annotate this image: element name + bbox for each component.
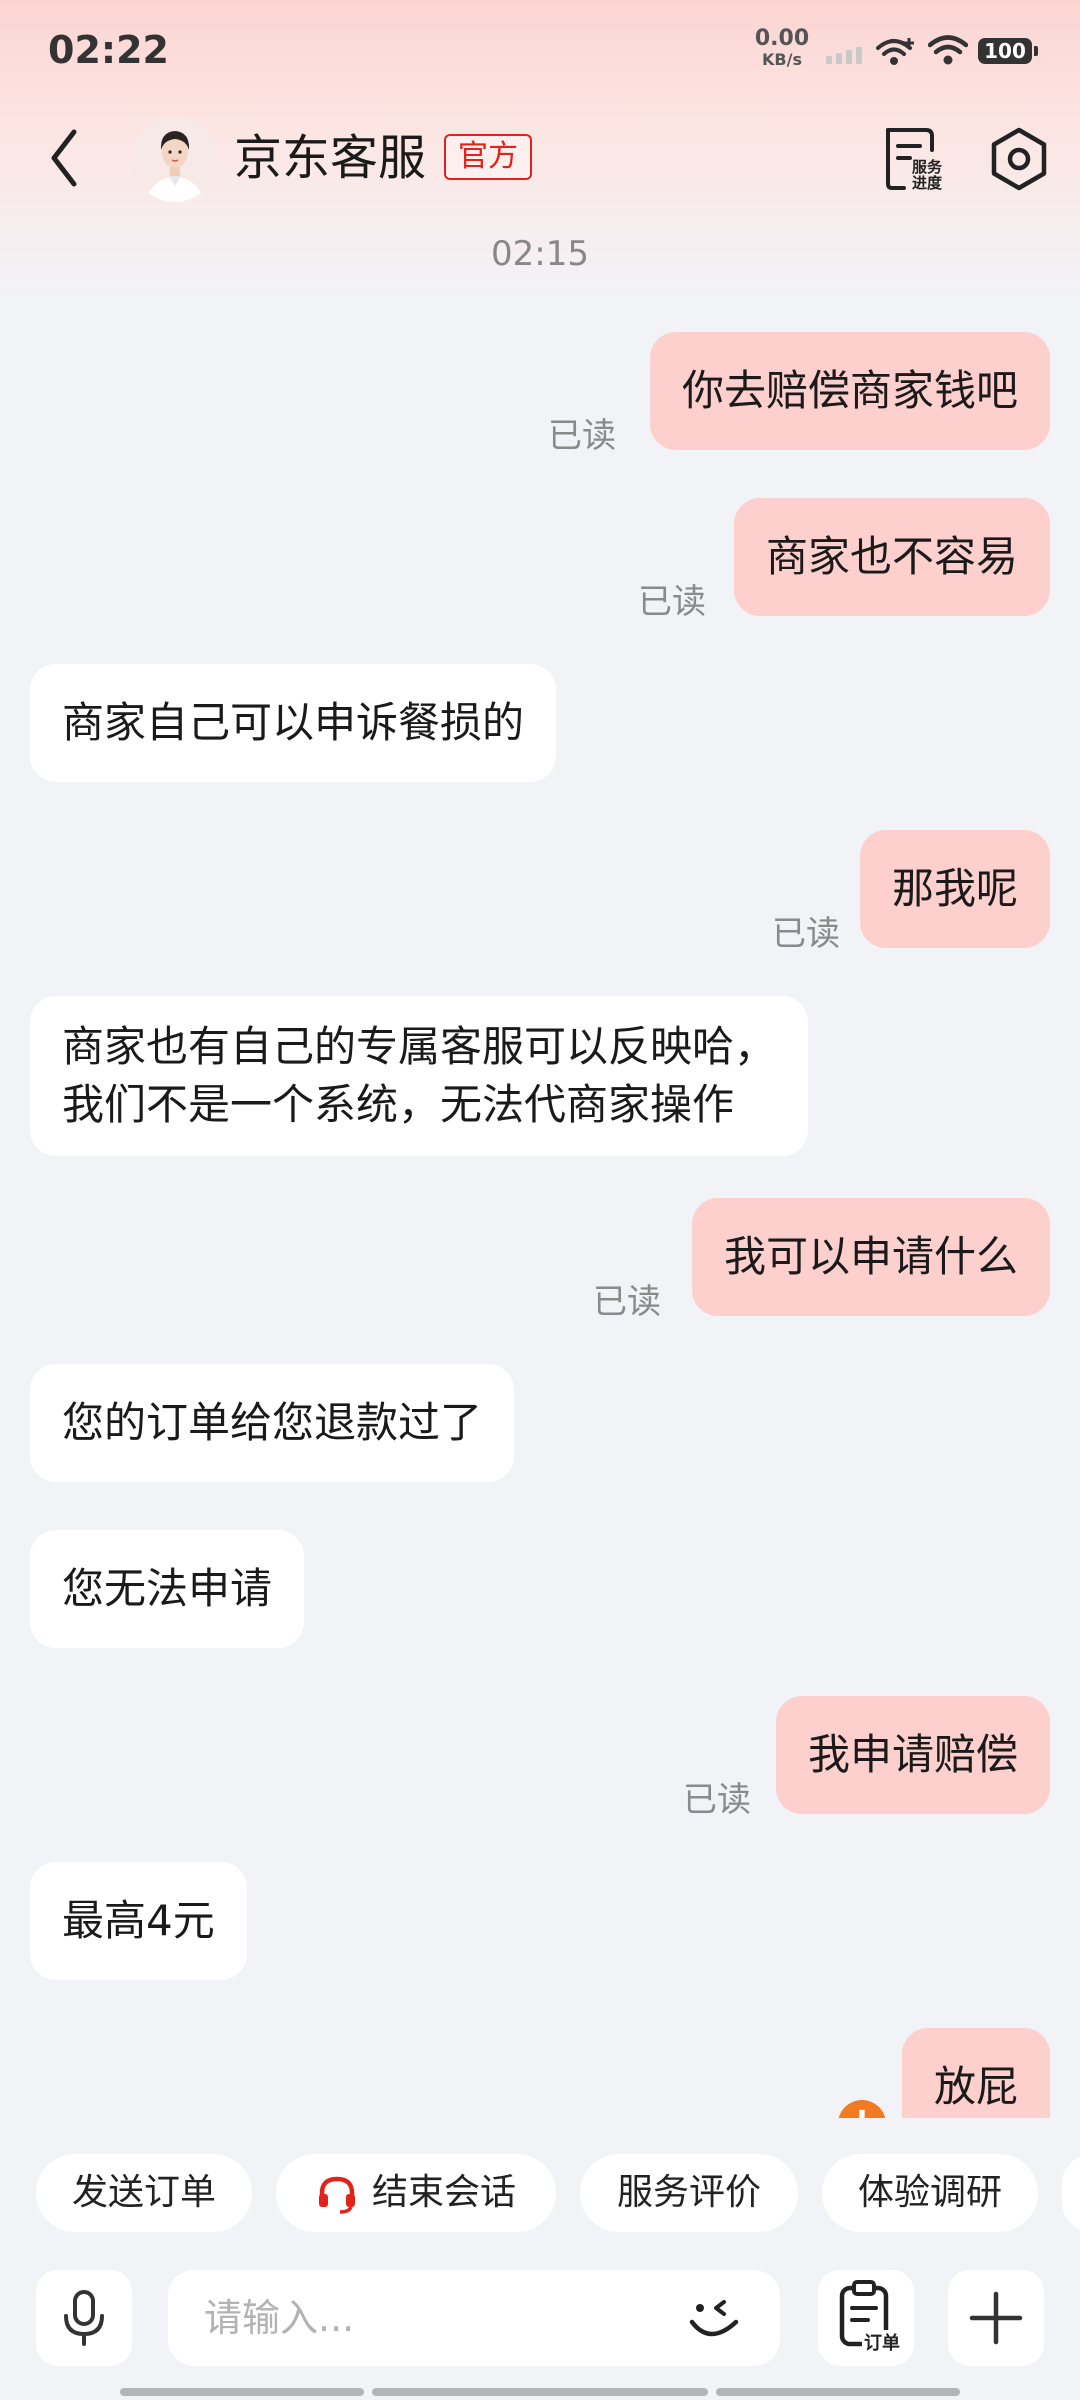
message-bubble-sent[interactable]: 商家也不容易 bbox=[733, 498, 1050, 616]
message-bubble-received[interactable]: 您的订单给您退款过了 bbox=[30, 1364, 515, 1482]
message-bubble-sent[interactable]: 你去赔偿商家钱吧 bbox=[649, 332, 1050, 450]
read-receipt: 已读 bbox=[593, 1282, 661, 1322]
headset-icon bbox=[318, 2176, 355, 2214]
message-bubble-received[interactable]: 商家自己可以申诉餐损的 bbox=[30, 664, 557, 782]
chat-area[interactable]: 02:15 已读 你去赔偿商家钱吧 已读 商家也不容易 商家自己可以申诉餐损的 … bbox=[0, 0, 1080, 2118]
voice-input-button[interactable] bbox=[36, 2270, 132, 2366]
clipboard-icon: 订单 bbox=[839, 2280, 902, 2354]
message-bubble-sent[interactable]: 我申请赔偿 bbox=[775, 1696, 1050, 1814]
service-rating-chip[interactable]: 服务评价 bbox=[580, 2154, 798, 2232]
experience-survey-chip[interactable]: 体验调研 bbox=[822, 2154, 1038, 2232]
more-options-button[interactable] bbox=[948, 2270, 1044, 2366]
emoji-button[interactable] bbox=[680, 2284, 750, 2354]
gesture-bar-segment bbox=[120, 2388, 364, 2396]
read-receipt: 已读 bbox=[638, 582, 706, 622]
order-button[interactable]: 订单 bbox=[818, 2270, 914, 2366]
end-session-chip[interactable]: 结束会话 bbox=[276, 2154, 556, 2232]
order-label: 订单 bbox=[864, 2332, 900, 2354]
read-receipt: 已读 bbox=[548, 416, 616, 456]
gesture-bar-segment bbox=[716, 2388, 960, 2396]
message-line: 我们不是一个系统，无法代商家操作 bbox=[62, 1080, 735, 1129]
more-chip[interactable] bbox=[1062, 2154, 1080, 2232]
message-bubble-sent[interactable]: 放屁 bbox=[901, 2028, 1050, 2118]
chat-timestamp: 02:15 bbox=[491, 234, 589, 274]
chip-label: 服务评价 bbox=[616, 2172, 761, 2213]
chip-label: 结束会话 bbox=[371, 2172, 516, 2213]
message-input-container[interactable] bbox=[168, 2270, 780, 2366]
message-bubble-received[interactable]: 最高4元 bbox=[30, 1862, 247, 1980]
message-bubble-received[interactable]: 商家也有自己的专属客服可以反映哈， 我们不是一个系统，无法代商家操作 bbox=[30, 996, 809, 1156]
chip-label: 发送订单 bbox=[71, 2172, 216, 2213]
gesture-bar-segment bbox=[372, 2388, 708, 2396]
message-line: 商家也有自己的专属客服可以反映哈， bbox=[62, 1022, 777, 1071]
message-input[interactable] bbox=[168, 2270, 648, 2366]
chip-label: 体验调研 bbox=[857, 2172, 1002, 2213]
message-status-badge[interactable]: ! bbox=[838, 2100, 886, 2118]
message-bubble-sent[interactable]: 那我呢 bbox=[859, 830, 1050, 948]
plus-icon bbox=[969, 2291, 1023, 2345]
microphone-icon bbox=[64, 2290, 104, 2346]
quick-actions-bar: 发送订单 结束会话 服务评价 体验调研 bbox=[0, 2154, 1080, 2234]
message-bubble-sent[interactable]: 我可以申请什么 bbox=[691, 1198, 1050, 1316]
read-receipt: 已读 bbox=[683, 1780, 751, 1820]
read-receipt: 已读 bbox=[772, 914, 840, 954]
message-bubble-received[interactable]: 您无法申请 bbox=[30, 1530, 305, 1648]
send-order-chip[interactable]: 发送订单 bbox=[36, 2154, 252, 2232]
